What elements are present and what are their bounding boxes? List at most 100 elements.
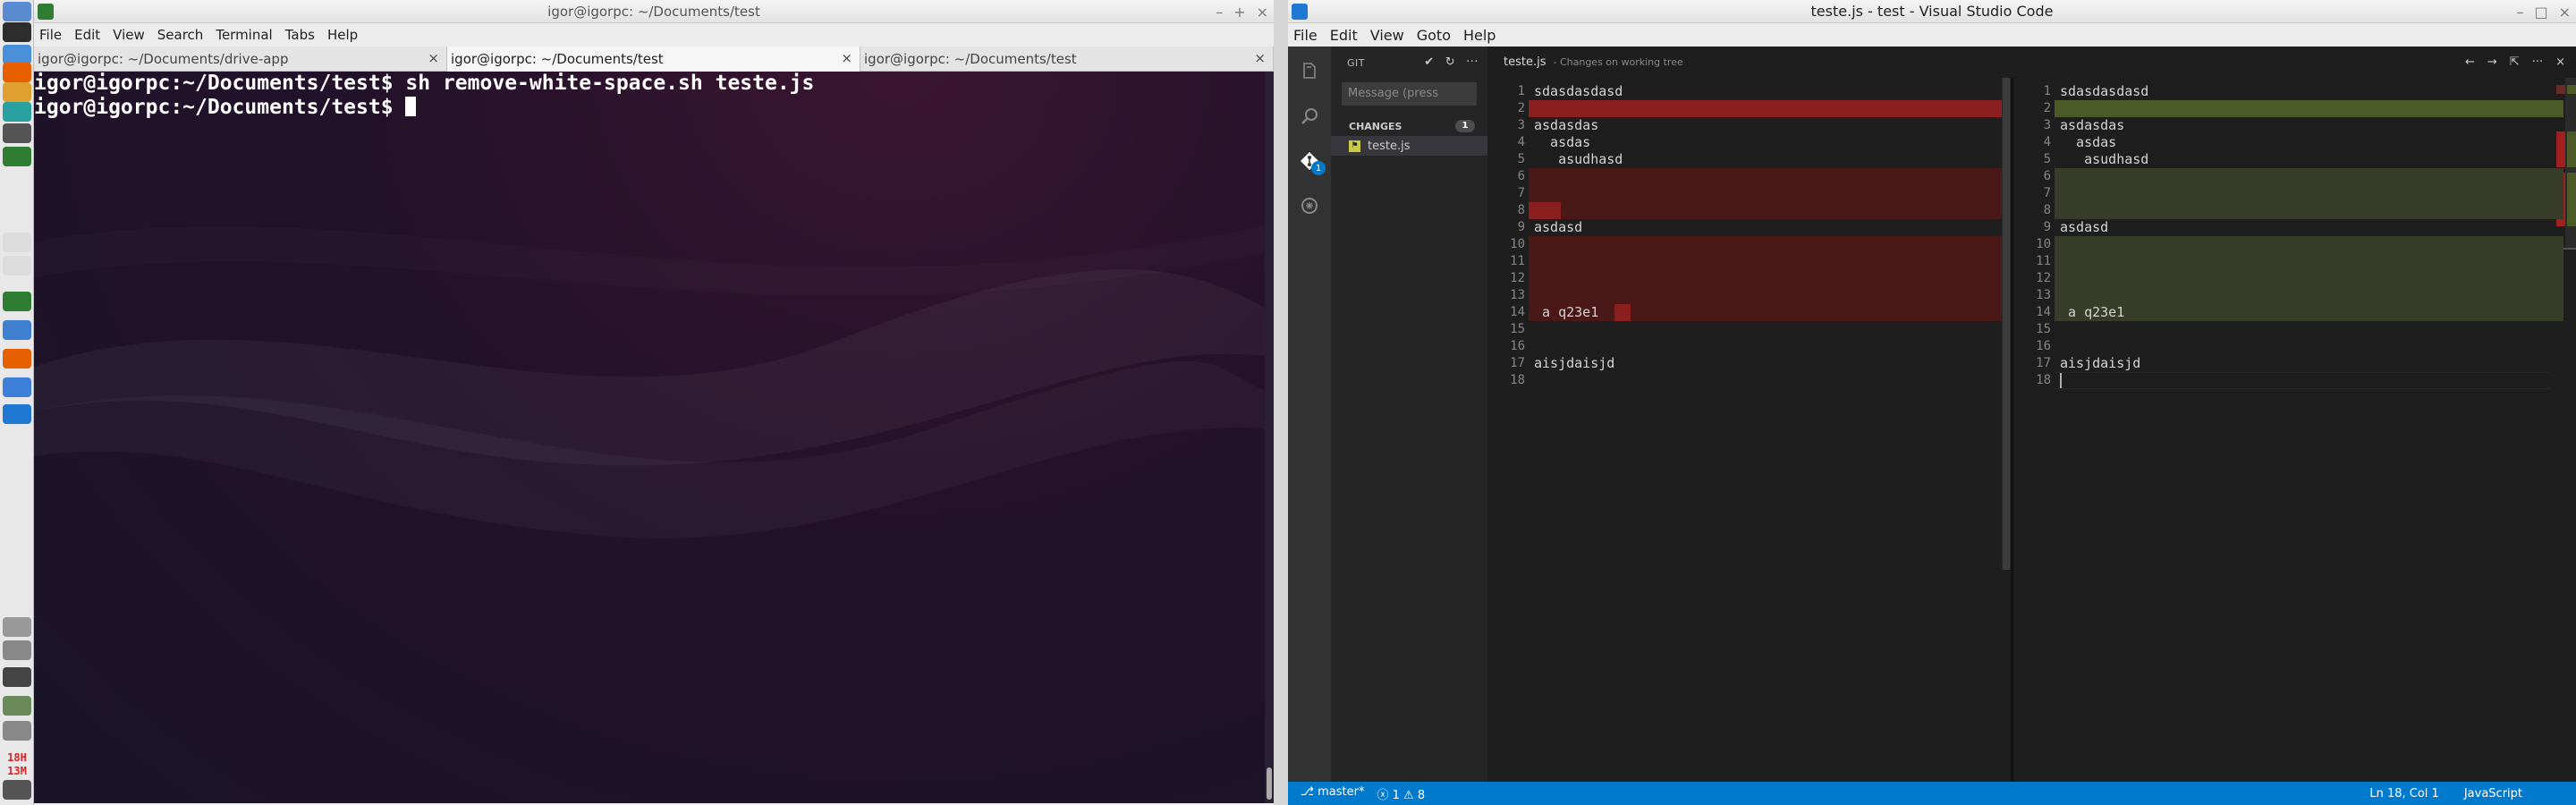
vscode-menu-goto[interactable]: Goto (1417, 27, 1451, 44)
clock[interactable]: 18H 13M (0, 751, 34, 778)
modified-line[interactable]: 16 (2013, 338, 2576, 355)
tab-close-icon[interactable]: × (841, 50, 852, 66)
original-line[interactable]: 1 sdasdasdasd (1487, 83, 2011, 100)
terminal-menu-help[interactable]: Help (327, 27, 358, 43)
terminal-menu-terminal[interactable]: Terminal (216, 27, 272, 43)
terminal-menu-file[interactable]: File (39, 27, 62, 43)
terminal-output[interactable]: igor@igorpc:~/Documents/test$ sh remove-… (34, 72, 1274, 803)
terminal-tab-3[interactable]: igor@igorpc: ~/Documents/test × (860, 47, 1274, 72)
modified-line[interactable]: 4 asdas (2013, 134, 2576, 151)
terminal-menu-tabs[interactable]: Tabs (285, 27, 315, 43)
next-change-icon[interactable]: → (2487, 55, 2497, 69)
original-line[interactable]: 11 (1487, 253, 2011, 270)
original-line[interactable]: 10 (1487, 236, 2011, 253)
vscode-icon[interactable] (3, 404, 31, 424)
folder-icon[interactable] (3, 82, 31, 102)
commit-message-input[interactable]: Message (press (1342, 82, 1477, 106)
refresh-icon[interactable]: ↻ (1445, 55, 1455, 69)
terminal-menu-edit[interactable]: Edit (74, 27, 100, 43)
firefox-icon[interactable] (3, 63, 31, 82)
original-line[interactable]: 15 (1487, 321, 2011, 338)
modified-line[interactable]: 13 (2013, 287, 2576, 304)
more-actions-icon[interactable]: ··· (2532, 55, 2543, 69)
terminal-green-icon[interactable] (3, 147, 31, 166)
vscode-titlebar[interactable]: teste.js - test - Visual Studio Code – □… (1288, 0, 2576, 23)
close-editor-icon[interactable]: × (2555, 55, 2565, 69)
original-line[interactable]: 16 (1487, 338, 2011, 355)
modified-line[interactable]: 2 (2013, 100, 2576, 117)
original-line[interactable]: 3 asdasdas (1487, 117, 2011, 134)
network-icon[interactable] (3, 667, 31, 687)
diff-original-pane[interactable]: 1 sdasdasdasd 2 3 asdasdas 4 asdas 5 asudhasd 6… (1487, 78, 2011, 782)
explorer-icon[interactable] (1288, 50, 1331, 93)
diff-modified-pane[interactable]: 1 sdasdasdasd 2 3 asdasdas 4 asdas 5 asudhasd 6… (2013, 78, 2576, 782)
terminal-titlebar[interactable]: igor@igorpc: ~/Documents/test – + × (34, 0, 1274, 23)
problems-indicator[interactable]: ⓧ 1 ⚠ 8 (1377, 785, 1425, 802)
power-icon[interactable] (3, 780, 31, 800)
terminal-icon[interactable] (3, 22, 31, 42)
vscode-menu-view[interactable]: View (1370, 27, 1404, 44)
original-line[interactable]: 17 aisjdaisjd (1487, 355, 2011, 372)
original-line[interactable]: 7 (1487, 185, 2011, 202)
original-line[interactable]: 6 (1487, 168, 2011, 185)
chromium-icon[interactable] (3, 45, 31, 64)
sublime-icon[interactable] (3, 123, 31, 143)
more-icon[interactable]: ··· (1466, 55, 1479, 69)
branch-indicator[interactable]: ⎇ master* (1301, 785, 1364, 802)
git-icon[interactable]: 1 (1288, 140, 1331, 182)
vscode-menu-edit[interactable]: Edit (1330, 27, 1358, 44)
maximize-icon[interactable]: + (1233, 4, 1245, 21)
terminal-small-icon[interactable] (3, 292, 31, 311)
original-line[interactable]: 9 asdasd (1487, 219, 2011, 236)
modified-line[interactable]: 9 asdasd (2013, 219, 2576, 236)
vscode-menu-help[interactable]: Help (1463, 27, 1496, 44)
cursor-position[interactable]: Ln 18, Col 1 (2369, 787, 2438, 801)
modified-line[interactable]: 15 (2013, 321, 2576, 338)
photos-icon[interactable] (3, 320, 31, 340)
modified-line[interactable]: 6 (2013, 168, 2576, 185)
tab-close-icon[interactable]: × (1254, 50, 1266, 66)
close-icon[interactable]: × (1257, 4, 1268, 21)
modified-line[interactable]: 3 asdasdas (2013, 117, 2576, 134)
battery-icon[interactable] (3, 721, 31, 741)
modified-line[interactable]: 1 sdasdasdasd (2013, 83, 2576, 100)
folder-blue-icon[interactable] (3, 377, 31, 397)
volume-icon[interactable] (3, 617, 31, 637)
modified-line[interactable]: 10 (2013, 236, 2576, 253)
open-file-icon[interactable]: ⇱ (2510, 55, 2520, 69)
original-line[interactable]: 13 (1487, 287, 2011, 304)
original-line[interactable]: 2 (1487, 100, 2011, 117)
users-icon[interactable] (3, 696, 31, 716)
monitor-icon[interactable] (3, 102, 31, 122)
modified-line[interactable]: 18 (2013, 372, 2576, 389)
original-line[interactable]: 5 asudhasd (1487, 151, 2011, 168)
commit-icon[interactable]: ✔ (1424, 55, 1434, 69)
original-line[interactable]: 8 (1487, 202, 2011, 219)
maximize-icon[interactable]: □ (2534, 4, 2547, 21)
terminal-menu-view[interactable]: View (113, 27, 145, 43)
language-mode[interactable]: JavaScript (2464, 787, 2522, 801)
workspace-1-icon[interactable] (3, 233, 31, 252)
terminal-tab-2[interactable]: igor@igorpc: ~/Documents/test × (447, 47, 860, 72)
debug-icon[interactable] (1288, 184, 1331, 227)
terminal-menu-search[interactable]: Search (157, 27, 204, 43)
tab-close-icon[interactable]: × (428, 50, 439, 66)
close-icon[interactable]: × (2559, 4, 2571, 21)
keyboard-icon[interactable] (3, 640, 31, 660)
modified-line[interactable]: 14 a q23e1 (2013, 304, 2576, 321)
firefox-small-icon[interactable] (3, 349, 31, 369)
changes-section[interactable]: CHANGES 1 (1331, 116, 1487, 136)
modified-line[interactable]: 7 (2013, 185, 2576, 202)
original-line[interactable]: 14 a q23e1 (1487, 304, 2011, 321)
original-line[interactable]: 12 (1487, 270, 2011, 287)
terminal-tab-1[interactable]: igor@igorpc: ~/Documents/drive-app × (34, 47, 447, 72)
minimize-icon[interactable]: – (1216, 4, 1223, 21)
files-icon[interactable] (3, 2, 31, 21)
modified-line[interactable]: 5 asudhasd (2013, 151, 2576, 168)
workspace-2-icon[interactable] (3, 256, 31, 275)
terminal-scrollbar[interactable] (1265, 72, 1274, 803)
modified-line[interactable]: 17 aisjdaisjd (2013, 355, 2576, 372)
original-line[interactable]: 4 asdas (1487, 134, 2011, 151)
modified-line[interactable]: 8 (2013, 202, 2576, 219)
modified-line[interactable]: 11 (2013, 253, 2576, 270)
